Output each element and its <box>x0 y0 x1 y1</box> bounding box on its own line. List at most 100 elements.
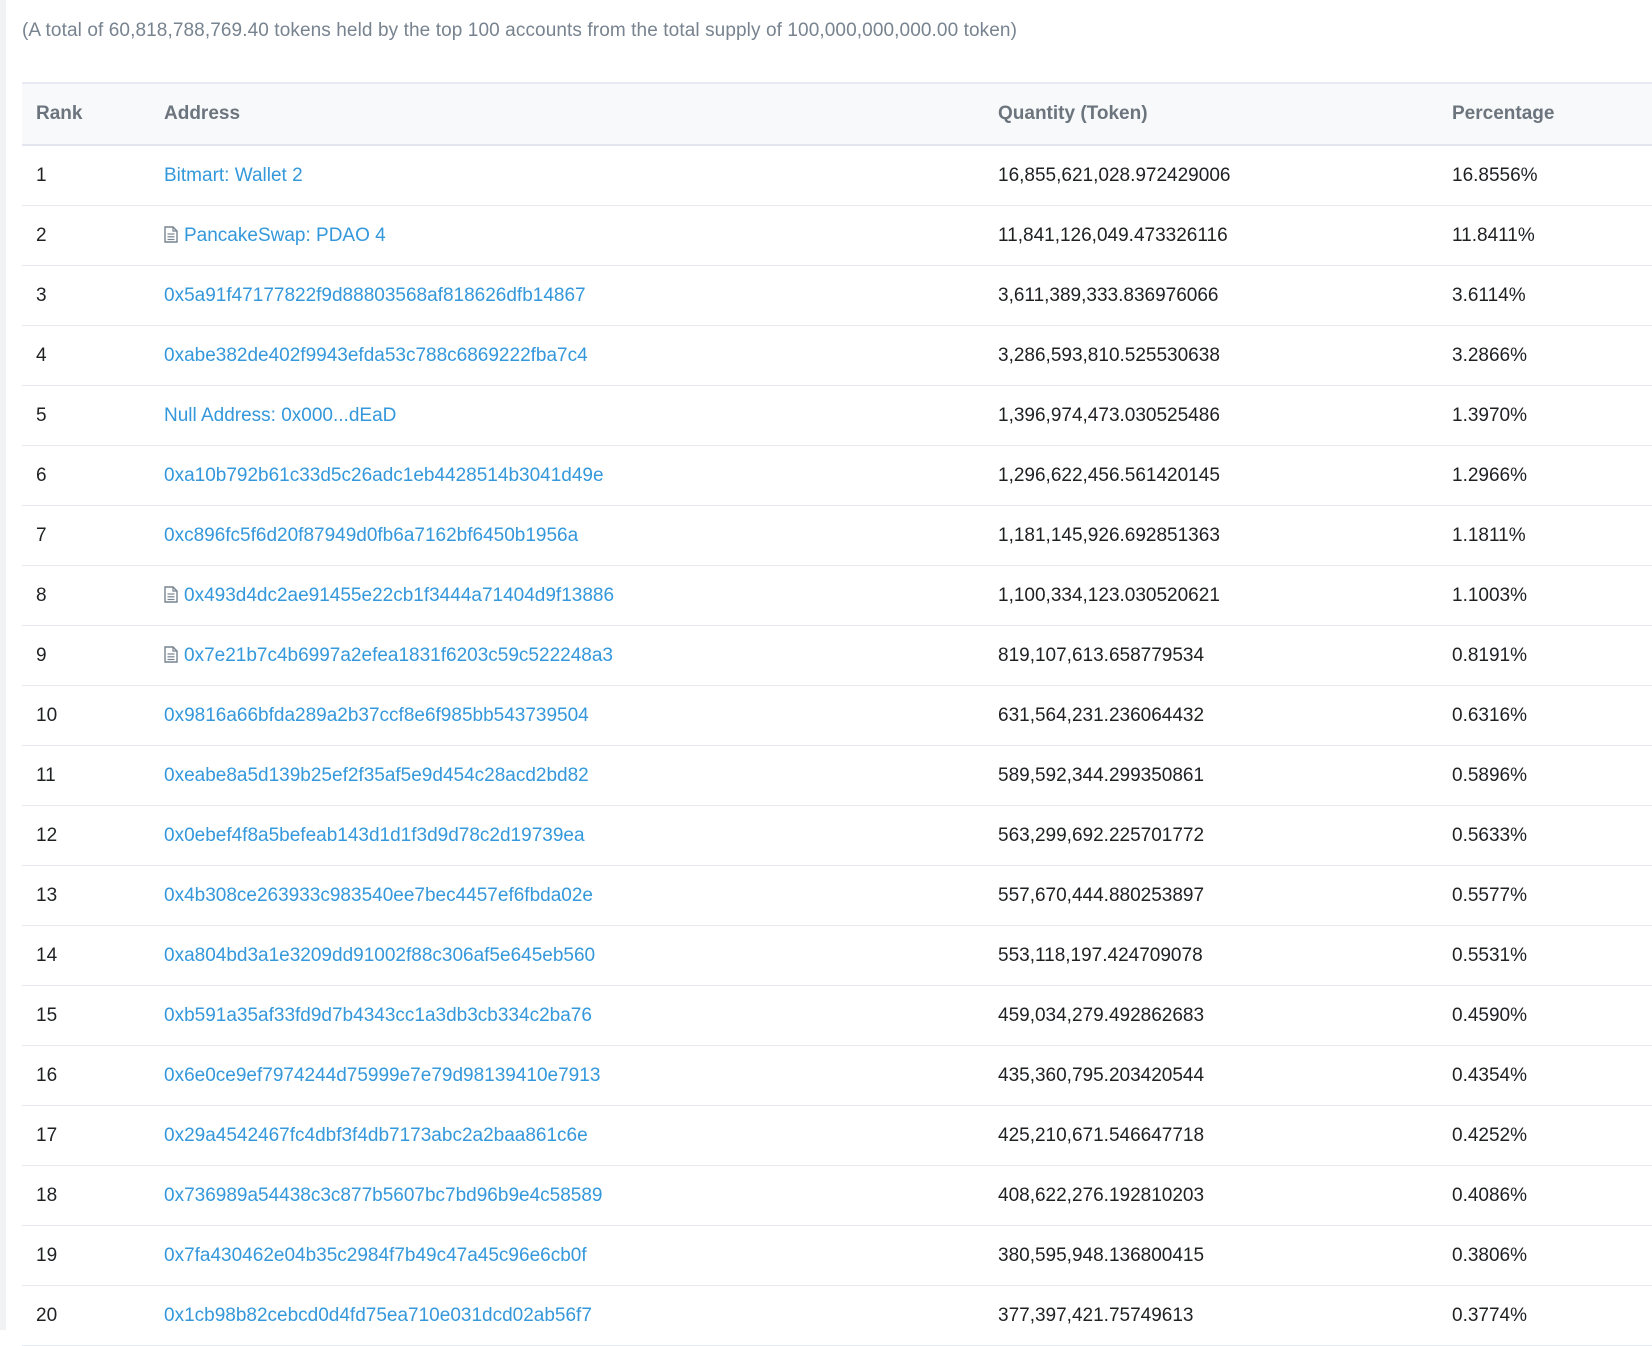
address-cell: 0xeabe8a5d139b25ef2f35af5e9d454c28acd2bd… <box>164 746 589 805</box>
holder-address-link[interactable]: 0x9816a66bfda289a2b37ccf8e6f985bb5437395… <box>164 705 589 726</box>
holder-address-link[interactable]: 0x736989a54438c3c877b5607bc7bd96b9e4c585… <box>164 1185 602 1206</box>
holder-address-link[interactable]: 0x7fa430462e04b35c2984f7b49c47a45c96e6cb… <box>164 1245 587 1266</box>
rank-cell: 5 <box>36 405 47 426</box>
percentage-cell: 1.3970% <box>1452 405 1528 426</box>
holder-address-link[interactable]: 0x6e0ce9ef7974244d75999e7e79d98139410e79… <box>164 1065 600 1086</box>
holder-address-link[interactable]: 0xa10b792b61c33d5c26adc1eb4428514b3041d4… <box>164 465 604 486</box>
quantity-cell: 459,034,279.492862683 <box>998 1005 1205 1026</box>
address-cell: 0x1cb98b82cebcd0d4fd75ea710e031dcd02ab56… <box>164 1286 592 1345</box>
holder-address-link[interactable]: 0xa804bd3a1e3209dd91002f88c306af5e645eb5… <box>164 945 595 966</box>
holder-address-link[interactable]: 0x493d4dc2ae91455e22cb1f3444a71404d9f138… <box>184 585 614 606</box>
table-row: 6 0xa10b792b61c33d5c26adc1eb4428514b3041d… <box>22 446 1652 506</box>
table-row: 10 0x9816a66bfda289a2b37ccf8e6f985bb54373… <box>22 686 1652 746</box>
percentage-cell: 0.5896% <box>1452 765 1528 786</box>
table-row: 2 PancakeSwap: PDAO 4 11,841,126,049.47332… <box>22 206 1652 266</box>
quantity-cell: 1,396,974,473.030525486 <box>998 405 1220 426</box>
address-cell: 0xabe382de402f9943efda53c788c6869222fba7… <box>164 326 588 385</box>
percentage-cell: 3.6114% <box>1452 285 1526 306</box>
quantity-cell: 3,611,389,333.836976066 <box>998 285 1219 306</box>
rank-cell: 15 <box>36 1005 58 1026</box>
percentage-cell: 1.1811% <box>1452 525 1526 546</box>
percentage-cell: 3.2866% <box>1452 345 1528 366</box>
address-cell: PancakeSwap: PDAO 4 <box>164 206 386 265</box>
quantity-cell: 1,181,145,926.692851363 <box>998 525 1220 546</box>
table-row: 13 0x4b308ce263933c983540ee7bec4457ef6fbd… <box>22 866 1652 926</box>
table-row: 16 0x6e0ce9ef7974244d75999e7e79d98139410e… <box>22 1046 1652 1106</box>
quantity-cell: 563,299,692.225701772 <box>998 825 1205 846</box>
holder-address-link[interactable]: 0x4b308ce263933c983540ee7bec4457ef6fbda0… <box>164 885 593 906</box>
rank-cell: 14 <box>36 945 58 966</box>
holder-address-link[interactable]: 0x1cb98b82cebcd0d4fd75ea710e031dcd02ab56… <box>164 1305 592 1326</box>
rank-cell: 6 <box>36 465 47 486</box>
table-row: 17 0x29a4542467fc4dbf3f4db7173abc2a2baa86… <box>22 1106 1652 1166</box>
table-row: 15 0xb591a35af33fd9d7b4343cc1a3db3cb334c2… <box>22 986 1652 1046</box>
quantity-cell: 1,296,622,456.561420145 <box>998 465 1220 486</box>
rank-cell: 7 <box>36 525 47 546</box>
address-cell: 0x6e0ce9ef7974244d75999e7e79d98139410e79… <box>164 1046 600 1105</box>
holder-address-link[interactable]: PancakeSwap: PDAO 4 <box>184 225 386 246</box>
percentage-cell: 0.5531% <box>1452 945 1528 966</box>
quantity-cell: 553,118,197.424709078 <box>998 945 1203 966</box>
table-row: 4 0xabe382de402f9943efda53c788c6869222fba… <box>22 326 1652 386</box>
percentage-cell: 0.4086% <box>1452 1185 1528 1206</box>
holder-address-link[interactable]: Bitmart: Wallet 2 <box>164 165 303 186</box>
quantity-cell: 408,622,276.192810203 <box>998 1185 1205 1206</box>
rank-cell: 18 <box>36 1185 58 1206</box>
table-row: 12 0x0ebef4f8a5befeab143d1d1f3d9d78c2d197… <box>22 806 1652 866</box>
quantity-cell: 11,841,126,049.473326116 <box>998 225 1228 246</box>
percentage-cell: 0.6316% <box>1452 705 1528 726</box>
address-cell: 0x5a91f47177822f9d88803568af818626dfb148… <box>164 266 586 325</box>
rank-cell: 2 <box>36 225 47 246</box>
column-header-percentage: Percentage <box>1452 103 1555 124</box>
address-cell: 0xb591a35af33fd9d7b4343cc1a3db3cb334c2ba… <box>164 986 592 1045</box>
percentage-cell: 0.8191% <box>1452 645 1528 666</box>
table-row: 5 Null Address: 0x000...dEaD 1,396,974,473… <box>22 386 1652 446</box>
address-cell: Bitmart: Wallet 2 <box>164 146 303 205</box>
holder-address-link[interactable]: 0x5a91f47177822f9d88803568af818626dfb148… <box>164 285 586 306</box>
address-cell: 0x7e21b7c4b6997a2efea1831f6203c59c522248… <box>164 626 613 685</box>
quantity-cell: 819,107,613.658779534 <box>998 645 1205 666</box>
table-row: 18 0x736989a54438c3c877b5607bc7bd96b9e4c5… <box>22 1166 1652 1226</box>
holder-address-link[interactable]: Null Address: 0x000...dEaD <box>164 405 396 426</box>
holder-address-link[interactable]: 0xabe382de402f9943efda53c788c6869222fba7… <box>164 345 588 366</box>
rank-cell: 8 <box>36 585 47 606</box>
left-edge-divider <box>0 0 6 1330</box>
rank-cell: 13 <box>36 885 58 906</box>
address-cell: 0x9816a66bfda289a2b37ccf8e6f985bb5437395… <box>164 686 589 745</box>
column-header-rank: Rank <box>36 103 83 124</box>
address-cell: 0xa10b792b61c33d5c26adc1eb4428514b3041d4… <box>164 446 604 505</box>
column-header-quantity: Quantity (Token) <box>998 103 1148 124</box>
holder-address-link[interactable]: 0xc896fc5f6d20f87949d0fb6a7162bf6450b195… <box>164 525 578 546</box>
holder-address-link[interactable]: 0xb591a35af33fd9d7b4343cc1a3db3cb334c2ba… <box>164 1005 592 1026</box>
table-row: 19 0x7fa430462e04b35c2984f7b49c47a45c96e6… <box>22 1226 1652 1286</box>
quantity-cell: 377,397,421.75749613 <box>998 1305 1194 1326</box>
table-row: 1 Bitmart: Wallet 2 16,855,621,028.9724290… <box>22 146 1652 206</box>
column-header-address: Address <box>164 103 241 124</box>
percentage-cell: 1.1003% <box>1452 585 1528 606</box>
contract-file-icon <box>164 208 178 243</box>
percentage-cell: 0.3774% <box>1452 1305 1528 1326</box>
table-row: 14 0xa804bd3a1e3209dd91002f88c306af5e645e… <box>22 926 1652 986</box>
rank-cell: 3 <box>36 285 47 306</box>
address-cell: Null Address: 0x000...dEaD <box>164 386 396 445</box>
rank-cell: 17 <box>36 1125 58 1146</box>
holder-address-link[interactable]: 0x0ebef4f8a5befeab143d1d1f3d9d78c2d19739… <box>164 825 585 846</box>
holder-address-link[interactable]: 0x29a4542467fc4dbf3f4db7173abc2a2baa861c… <box>164 1125 588 1146</box>
contract-file-icon <box>164 628 178 663</box>
holder-address-link[interactable]: 0xeabe8a5d139b25ef2f35af5e9d454c28acd2bd… <box>164 765 589 786</box>
quantity-cell: 557,670,444.880253897 <box>998 885 1205 906</box>
percentage-cell: 0.5577% <box>1452 885 1528 906</box>
percentage-cell: 0.5633% <box>1452 825 1528 846</box>
holder-address-link[interactable]: 0x7e21b7c4b6997a2efea1831f6203c59c522248… <box>184 645 613 666</box>
address-cell: 0x4b308ce263933c983540ee7bec4457ef6fbda0… <box>164 866 593 925</box>
address-cell: 0x493d4dc2ae91455e22cb1f3444a71404d9f138… <box>164 566 614 625</box>
quantity-cell: 631,564,231.236064432 <box>998 705 1205 726</box>
address-cell: 0x0ebef4f8a5befeab143d1d1f3d9d78c2d19739… <box>164 806 585 865</box>
table-row: 7 0xc896fc5f6d20f87949d0fb6a7162bf6450b19… <box>22 506 1652 566</box>
table-row: 3 0x5a91f47177822f9d88803568af818626dfb14… <box>22 266 1652 326</box>
percentage-cell: 0.4354% <box>1452 1065 1528 1086</box>
quantity-cell: 16,855,621,028.972429006 <box>998 165 1231 186</box>
rank-cell: 10 <box>36 705 58 726</box>
holders-summary-text: (A total of 60,818,788,769.40 tokens hel… <box>22 20 1018 41</box>
quantity-cell: 380,595,948.136800415 <box>998 1245 1205 1266</box>
